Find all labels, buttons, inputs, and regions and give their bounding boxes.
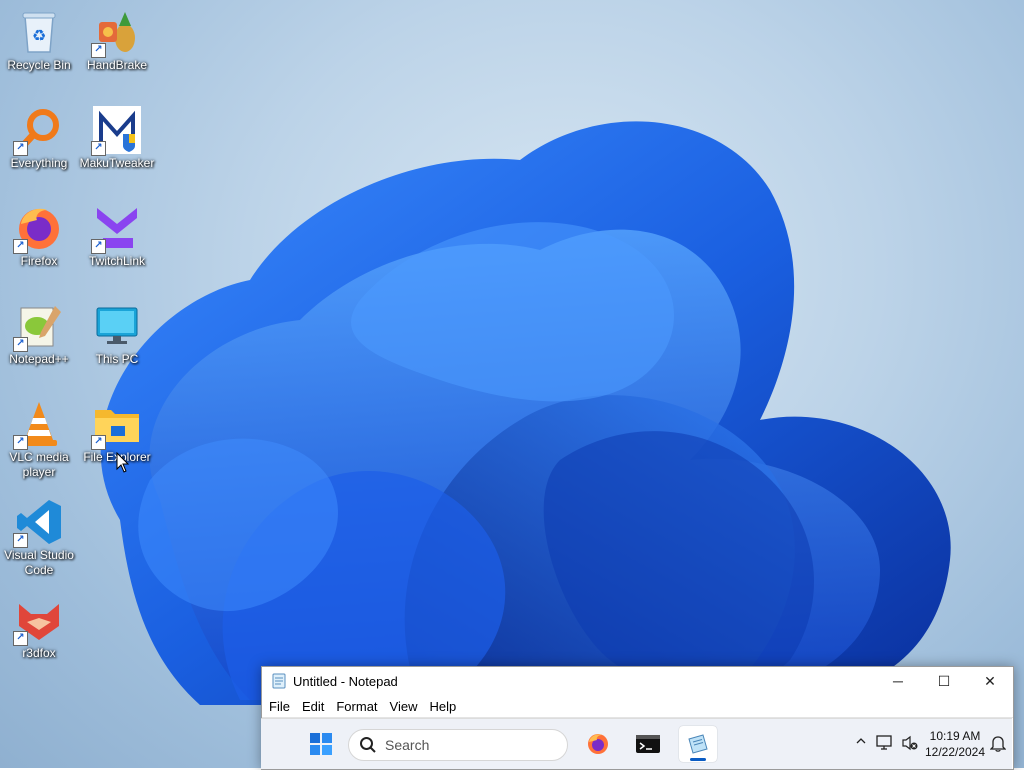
active-indicator	[690, 758, 706, 761]
this-pc-icon	[93, 302, 141, 350]
desktop-icon-label: TwitchLink	[88, 254, 146, 268]
svg-text:♻: ♻	[32, 26, 46, 45]
mouse-cursor-icon	[116, 452, 130, 473]
vscode-icon: ↗	[13, 498, 63, 548]
menu-file[interactable]: File	[268, 699, 297, 714]
notepadpp-icon: ↗	[13, 302, 63, 352]
desktop-icon-handbrake[interactable]: ↗ HandBrake	[78, 8, 156, 73]
taskbar-terminal-button[interactable]	[629, 726, 667, 762]
desktop-icon-label: Notepad++	[9, 352, 69, 366]
volume-muted-icon[interactable]	[901, 735, 919, 754]
close-button[interactable]: ✕	[967, 667, 1013, 695]
shortcut-arrow-icon: ↗	[13, 141, 28, 156]
makutweaker-icon: ↗	[91, 106, 141, 156]
desktop-icon-label: VLC media player	[9, 450, 69, 479]
clock-date: 12/22/2024	[924, 745, 986, 759]
tray-overflow-chevron-icon[interactable]	[855, 735, 867, 750]
shortcut-arrow-icon: ↗	[91, 239, 106, 254]
desktop-icon-r3dfox[interactable]: ↗ r3dfox	[0, 596, 78, 661]
taskbar-notepad-button[interactable]	[679, 726, 717, 762]
menu-bar: File Edit Format View Help	[262, 695, 1013, 717]
desktop-icon-label: HandBrake	[86, 58, 148, 72]
shortcut-arrow-icon: ↗	[91, 141, 106, 156]
taskbar: Search 10:19 AM 12/22/2024	[261, 718, 1012, 769]
notepad-icon	[688, 734, 708, 754]
terminal-icon	[636, 735, 660, 753]
maximize-button[interactable]: ☐	[921, 667, 967, 695]
taskbar-search-box[interactable]: Search	[348, 729, 568, 761]
desktop-icon-label: MakuTweaker	[79, 156, 155, 170]
desktop-icon-makutweaker[interactable]: ↗ MakuTweaker	[78, 106, 156, 171]
desktop-icon-this-pc[interactable]: This PC	[78, 302, 156, 367]
desktop-icon-notepadpp[interactable]: ↗ Notepad++	[0, 302, 78, 367]
r3dfox-icon: ↗	[13, 596, 63, 646]
recycle-bin-icon: ♻	[15, 8, 63, 56]
file-explorer-icon: ↗	[91, 400, 141, 450]
handbrake-icon: ↗	[91, 8, 141, 58]
firefox-icon	[588, 734, 608, 754]
desktop-icon-twitchlink[interactable]: ↗ TwitchLink	[78, 204, 156, 269]
desktop: ♻ Recycle Bin ↗ HandBrake ↗ Everything ↗…	[0, 0, 1024, 768]
shortcut-arrow-icon: ↗	[13, 533, 28, 548]
desktop-icon-label: Everything	[10, 156, 68, 170]
search-icon	[360, 737, 376, 753]
network-icon[interactable]	[876, 735, 894, 754]
shortcut-arrow-icon: ↗	[13, 239, 28, 254]
shortcut-arrow-icon: ↗	[91, 435, 106, 450]
shortcut-arrow-icon: ↗	[91, 43, 106, 58]
notepad-icon	[272, 673, 286, 689]
firefox-icon: ↗	[13, 204, 63, 254]
everything-icon: ↗	[13, 106, 63, 156]
notifications-bell-icon[interactable]	[989, 734, 1007, 755]
menu-view[interactable]: View	[389, 699, 425, 714]
vlc-icon: ↗	[13, 400, 63, 450]
menu-edit[interactable]: Edit	[301, 699, 331, 714]
desktop-icon-label: Firefox	[20, 254, 58, 268]
desktop-icon-vlc[interactable]: ↗ VLC media player	[0, 400, 78, 480]
desktop-icon-everything[interactable]: ↗ Everything	[0, 106, 78, 171]
shortcut-arrow-icon: ↗	[13, 435, 28, 450]
menu-format[interactable]: Format	[335, 699, 384, 714]
desktop-icon-label: Visual Studio Code	[4, 548, 74, 577]
twitchlink-icon: ↗	[91, 204, 141, 254]
desktop-icon-label: This PC	[95, 352, 139, 366]
desktop-icon-recycle-bin[interactable]: ♻ Recycle Bin	[0, 8, 78, 73]
start-button-windows-icon[interactable]	[309, 732, 333, 756]
desktop-icon-firefox[interactable]: ↗ Firefox	[0, 204, 78, 269]
desktop-icon-vscode[interactable]: ↗ Visual Studio Code	[0, 498, 78, 578]
menu-help[interactable]: Help	[428, 699, 463, 714]
window-title: Untitled - Notepad	[293, 673, 398, 689]
taskbar-firefox-button[interactable]	[579, 726, 617, 762]
system-clock[interactable]: 10:19 AM 12/22/2024	[920, 728, 990, 760]
clock-time: 10:19 AM	[929, 729, 981, 743]
desktop-icon-label: Recycle Bin	[7, 58, 71, 72]
notepad-titlebar[interactable]: Untitled - Notepad ─ ☐ ✕	[262, 667, 1013, 695]
search-placeholder: Search	[385, 737, 430, 753]
minimize-button[interactable]: ─	[875, 667, 921, 695]
shortcut-arrow-icon: ↗	[13, 631, 28, 646]
desktop-icon-label: r3dfox	[22, 646, 56, 660]
shortcut-arrow-icon: ↗	[13, 337, 28, 352]
